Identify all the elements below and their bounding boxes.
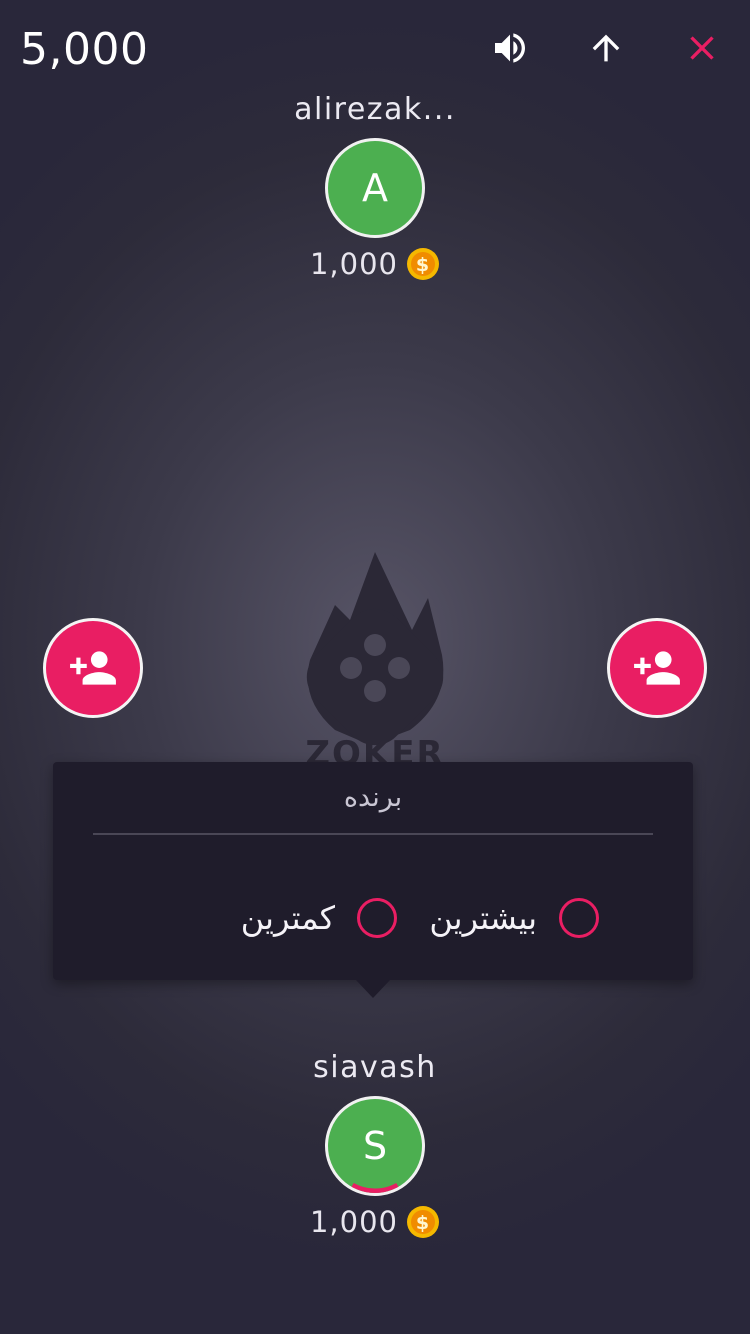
add-player-left-button[interactable] [43,618,143,718]
avatar[interactable]: S [325,1096,425,1196]
coin-amount: 1,000 [309,1205,399,1239]
balance-amount: 5,000 [20,24,149,75]
svg-text:$: $ [416,1212,430,1234]
avatar-initial: S [362,1124,388,1168]
divider [93,833,653,835]
option-label: کمترین [240,899,335,937]
person-add-icon [70,651,116,685]
player-coins: 1,000 $ [0,1202,750,1242]
coin-icon: $ [407,1206,440,1238]
close-icon [690,36,714,60]
add-player-right-button[interactable] [607,618,707,718]
winner-mode-popup: برنده بیشترین کمترین [53,762,693,998]
arrow-up-icon [592,34,620,62]
player-coins: 1,000 $ [0,244,750,284]
avatar-initial: A [362,166,388,210]
option-most[interactable]: بیشترین [429,892,599,944]
zoker-logo: ZOKER [305,552,444,765]
svg-text:$: $ [416,254,430,276]
player-name: alirezak... [294,92,456,127]
option-least[interactable]: کمترین [241,892,397,944]
close-button[interactable] [680,26,724,70]
person-add-icon [634,651,680,685]
opponent-player: alirezak... A 1,000 $ [0,90,750,284]
coin-amount: 1,000 [309,247,399,281]
avatar[interactable]: A [325,138,425,238]
popup-title: برنده [343,782,403,813]
player-name: siavash [313,1050,437,1085]
radio-button[interactable] [357,898,397,938]
coin-icon: $ [407,248,440,280]
option-label: بیشترین [429,899,537,937]
radio-button[interactable] [559,898,599,938]
self-player: siavash S 1,000 $ [0,1048,750,1242]
logo-text: ZOKER [305,734,444,765]
share-button[interactable] [584,26,628,70]
sound-button[interactable] [488,26,532,70]
volume-icon [495,33,525,63]
